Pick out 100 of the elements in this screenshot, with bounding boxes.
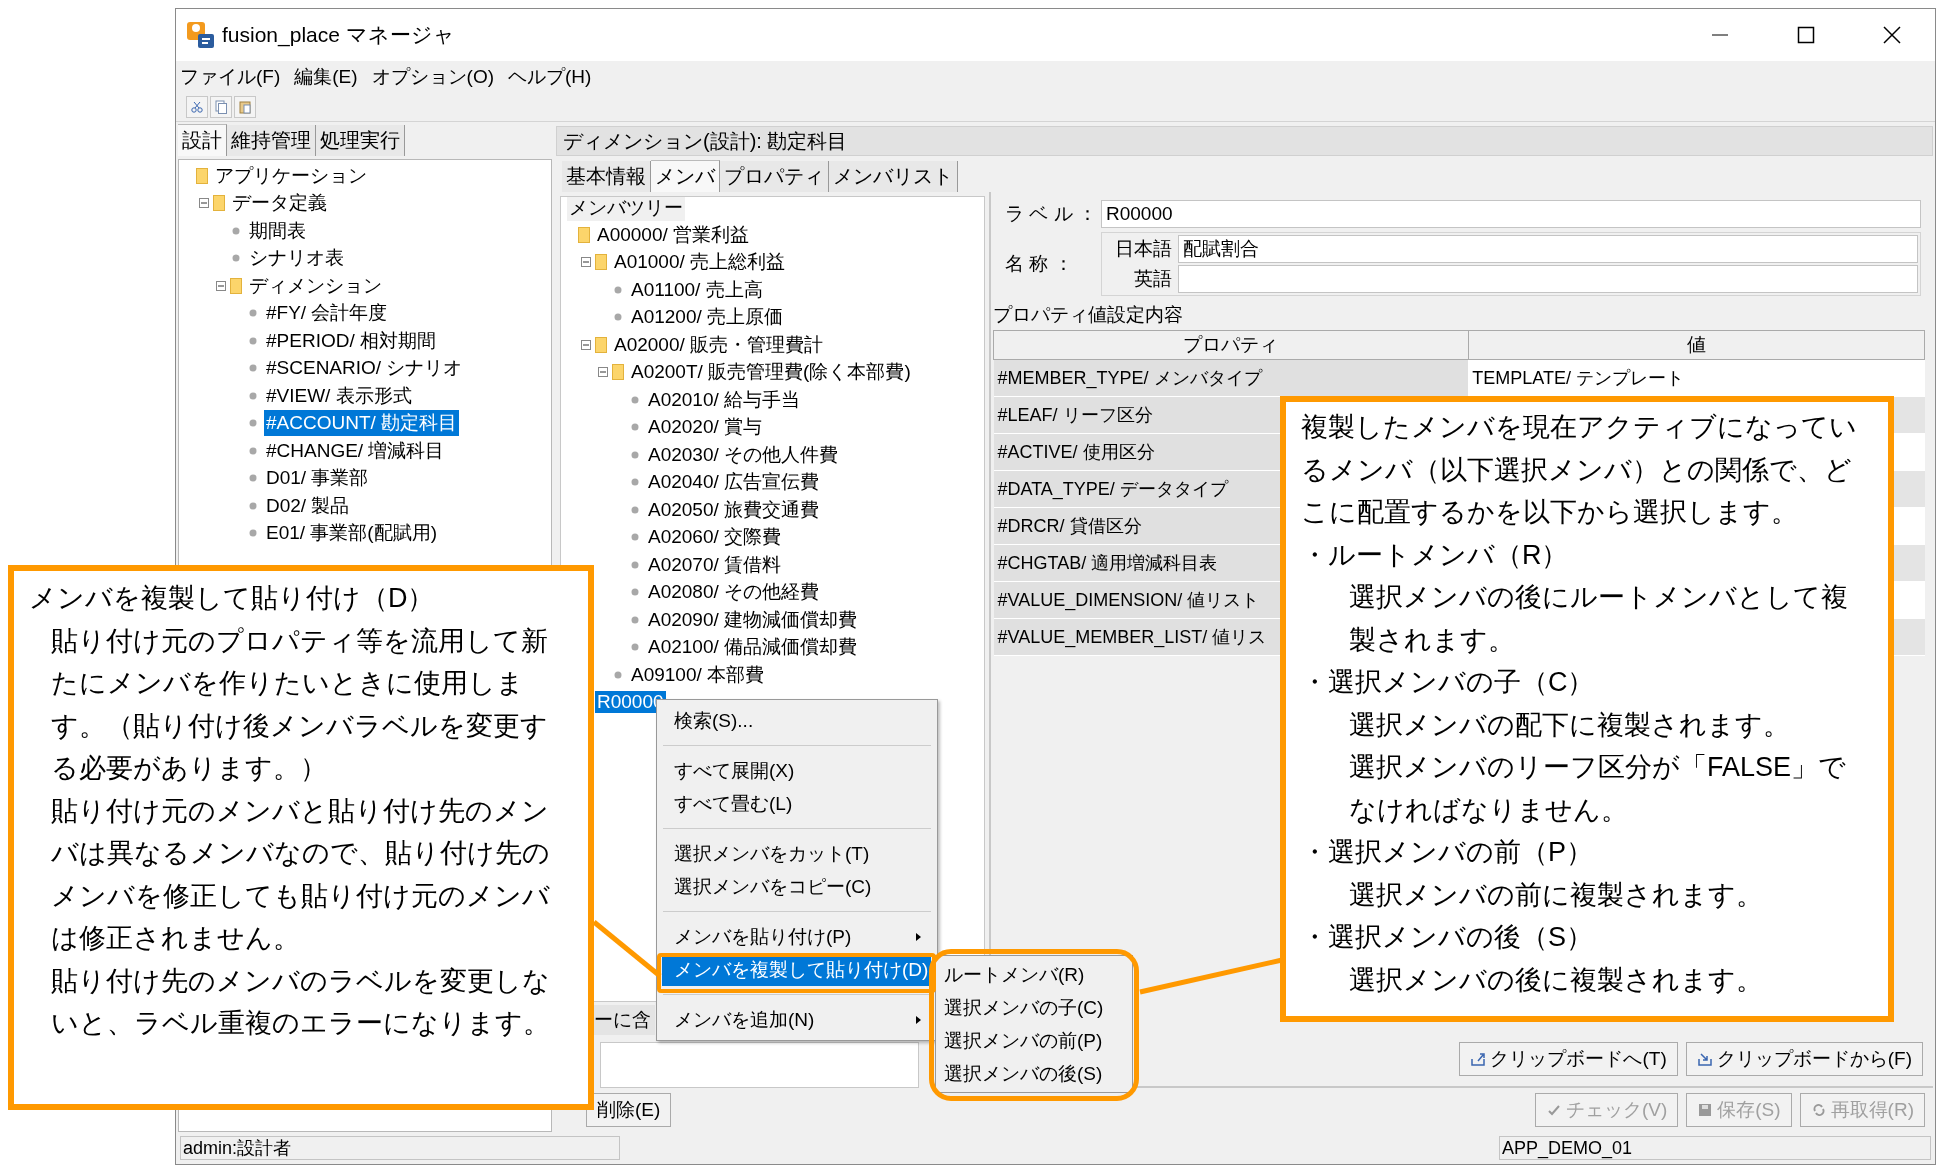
bullet-icon — [249, 364, 257, 373]
menu-item[interactable]: 選択メンバをコピー(C) — [662, 870, 931, 903]
group-title: メンバツリー — [567, 197, 685, 221]
collapse-icon[interactable] — [581, 339, 591, 350]
tree-item[interactable]: A02050/ 旅費交通費 — [646, 496, 822, 523]
collapse-icon[interactable] — [598, 367, 608, 378]
folder-icon — [230, 277, 242, 294]
app-icon — [186, 20, 216, 50]
tree-item[interactable]: A02080/ その他経費 — [646, 579, 822, 606]
tree-item[interactable]: #CHANGE/ 増減科目 — [264, 437, 447, 464]
menu-item[interactable]: オプション(O) — [371, 64, 495, 90]
copy-icon — [214, 100, 228, 114]
tree-item[interactable]: データ定義 — [230, 190, 329, 217]
menu-item[interactable]: ヘルプ(H) — [508, 64, 592, 90]
menu-item[interactable]: すべて展開(X) — [662, 754, 931, 787]
status-field: APP_DEMO_01 — [1499, 1136, 1931, 1160]
tree-item[interactable]: A02030/ その他人件費 — [646, 441, 841, 468]
copy-button[interactable] — [210, 96, 232, 118]
tree-item[interactable]: A01200/ 売上原価 — [629, 304, 786, 331]
bullet-icon — [631, 560, 639, 569]
tree-item[interactable]: A0200T/ 販売管理費(除く本部費) — [629, 359, 913, 386]
tree-item[interactable]: アプリケーション — [213, 162, 369, 189]
tree-item[interactable]: A02000/ 販売・管理費計 — [612, 331, 826, 358]
tree-item[interactable]: A02070/ 賃借料 — [646, 551, 784, 578]
field-label: ラ ベ ル ： — [1005, 202, 1097, 226]
tree-item[interactable]: A02090/ 建物減価償却費 — [646, 606, 860, 633]
bullet-icon — [631, 588, 639, 597]
window-title: fusion_place マネージャ — [222, 22, 455, 49]
tree-item[interactable]: #SCENARIO/ シナリオ — [264, 355, 465, 382]
tab[interactable]: メンバ — [651, 160, 720, 192]
tree-item[interactable]: A02040/ 広告宣伝費 — [646, 469, 822, 496]
menu-item[interactable]: 選択メンバの後(S) — [936, 1057, 1132, 1090]
callout-text: 貼り付け先のメンバのラベルを変更しないと、ラベル重複のエラーになります。 — [50, 964, 551, 1040]
name-field[interactable]: 配賦割合 — [1178, 235, 1918, 263]
paste-button[interactable] — [234, 96, 256, 118]
menu-item[interactable]: 編集(E) — [294, 64, 358, 90]
menu-item[interactable]: メンバを追加(N) — [662, 1003, 931, 1036]
tree-item[interactable]: A02010/ 給与手当 — [646, 386, 803, 413]
bullet-icon — [631, 643, 639, 652]
collapse-icon[interactable] — [216, 280, 226, 291]
label-field[interactable]: R00000 — [1101, 200, 1921, 228]
menu-item[interactable]: 検索(S)... — [662, 704, 931, 737]
cut-button[interactable] — [186, 96, 208, 118]
menu-item[interactable]: 選択メンバの前(P) — [936, 1024, 1132, 1057]
collapse-icon[interactable] — [581, 257, 591, 268]
tree-item[interactable]: A09100/ 本部費 — [629, 661, 767, 688]
field-label: 名 称 ： — [1005, 252, 1074, 276]
folder-icon — [213, 195, 225, 212]
folder-icon — [595, 254, 607, 271]
tree-item[interactable]: 期間表 — [247, 217, 308, 244]
status-field: admin:設計者 — [180, 1136, 620, 1160]
menu-item[interactable]: 選択メンバをカット(T) — [662, 837, 931, 870]
callout-text: 選択メンバの後に複製されます。 — [1348, 963, 1764, 997]
tree-item[interactable]: A01000/ 売上総利益 — [612, 249, 788, 276]
tree-item[interactable]: #FY/ 会計年度 — [264, 300, 390, 327]
tab[interactable]: 設計 — [178, 124, 227, 156]
bullet-icon — [631, 505, 639, 514]
tree-item[interactable]: ディメンション — [247, 272, 384, 299]
clipboard-button[interactable]: クリップボードへ(T) — [1459, 1042, 1678, 1076]
bullet-icon — [249, 446, 257, 455]
tree-item[interactable]: A01100/ 売上高 — [629, 276, 765, 303]
tab[interactable]: メンバリスト — [829, 161, 958, 192]
tab[interactable]: 維持管理 — [227, 125, 316, 156]
callout-text: 貼り付け元のプロパティ等を流用して新たにメンバを作りたいときに使用します。（貼り付け後メンバラベルを変更する必要があります。） — [50, 624, 549, 785]
tree-item[interactable]: E01/ 事業部(配賦用) — [264, 520, 440, 547]
field-label: 日本語 — [1114, 237, 1173, 261]
tree-item[interactable]: #ACCOUNT/ 勘定科目 — [264, 410, 460, 437]
callout-text: ・ルートメンバ（R） — [1301, 538, 1570, 572]
callout-text: 選択メンバの前に複製されます。 — [1348, 878, 1764, 912]
tree-item[interactable]: A02060/ 交際費 — [646, 524, 784, 551]
tree-item[interactable]: D02/ 製品 — [264, 492, 352, 519]
tree-item[interactable]: A02020/ 賞与 — [646, 414, 765, 441]
tab[interactable]: 処理実行 — [316, 125, 405, 156]
menu-item[interactable]: メンバを貼り付け(P) — [662, 920, 931, 953]
menu-item[interactable]: ルートメンバ(R) — [936, 958, 1132, 991]
tree-item[interactable]: #PERIOD/ 相対期間 — [264, 327, 438, 354]
callout-text: ・選択メンバの子（C） — [1301, 666, 1596, 699]
menu-item[interactable]: ファイル(F) — [180, 64, 281, 90]
tab[interactable]: 基本情報 — [562, 161, 651, 192]
tab[interactable]: プロパティ — [720, 161, 829, 192]
bullet-icon — [631, 395, 639, 404]
tree-item[interactable]: A02100/ 備品減価償却費 — [646, 634, 860, 661]
callout-text: 複製したメンバを現在アクティブになっているメンバ（以下選択メンバ）との関係で、どこに配置するかを以下から選択します。 — [1301, 411, 1858, 529]
input-field[interactable] — [600, 1042, 919, 1088]
clipboard-button[interactable]: クリップボードから(F) — [1685, 1042, 1923, 1076]
tree-item[interactable]: シナリオ表 — [247, 245, 346, 272]
name-field[interactable] — [1178, 265, 1918, 293]
callout-text: ・選択メンバの前（P） — [1301, 836, 1594, 869]
menu-item[interactable]: 選択メンバの子(C) — [936, 991, 1132, 1024]
menu-item[interactable]: すべて畳む(L) — [662, 787, 931, 820]
delete-button[interactable]: 削除(E) — [586, 1093, 672, 1127]
tree-item[interactable]: A00000/ 営業利益 — [595, 221, 752, 248]
folder-icon — [612, 364, 624, 381]
collapse-icon[interactable] — [199, 198, 209, 209]
table-cell: #VALUE_DIMENSION/ 値リスト — [997, 590, 1260, 610]
maximize-icon[interactable] — [1796, 25, 1816, 45]
close-icon[interactable] — [1882, 25, 1902, 45]
tree-item[interactable]: #VIEW/ 表示形式 — [264, 382, 414, 409]
bullet-icon — [631, 423, 639, 432]
tree-item[interactable]: D01/ 事業部 — [264, 465, 371, 492]
